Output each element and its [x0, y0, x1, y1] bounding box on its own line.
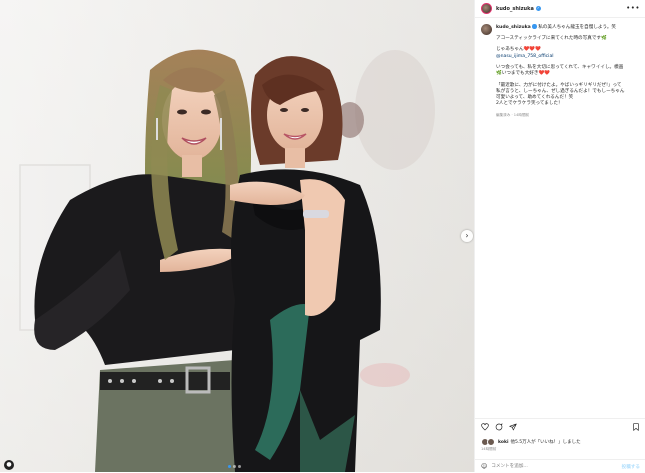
post-date[interactable]: 14時間前: [481, 447, 496, 452]
avatar: [487, 438, 495, 446]
user-tag-icon[interactable]: ●: [4, 460, 14, 470]
verified-badge-icon: [532, 24, 537, 29]
carousel-dot: [228, 465, 231, 468]
caption-username[interactable]: kudo_shizuka: [496, 25, 531, 30]
carousel-dots: [228, 465, 241, 468]
post-comment-button[interactable]: 投稿する: [622, 464, 640, 470]
post-photo[interactable]: › ●: [0, 0, 474, 472]
caption-body: kudo_shizuka 私の美人ちゃん龍玉を自慢しよう。笑 アコースティックラ…: [496, 24, 640, 118]
comment-input[interactable]: [491, 462, 622, 471]
likes-user[interactable]: koki: [498, 440, 509, 445]
caption-line: 「最近歌に、力がに付けたよ。やばいっギリギリだぜ!」って: [496, 82, 622, 88]
photo-illustration: [0, 0, 474, 472]
caption-avatar[interactable]: [481, 24, 492, 35]
caption: kudo_shizuka 私の美人ちゃん龍玉を自慢しよう。笑 アコースティックラ…: [481, 24, 641, 118]
carousel-dot: [233, 465, 236, 468]
action-area: koki 他5.5万人が「いいね！」しました 14時間前 ☺ 投稿する: [475, 418, 645, 472]
caption-line: 2人とでケラケラ笑ってました！: [496, 101, 563, 107]
comment-bar: ☺ 投稿する: [475, 459, 645, 473]
post-header: kudo_shizuka ✓ •••: [475, 0, 645, 18]
heart-icon[interactable]: [481, 423, 489, 431]
caption-line: 私の美人ちゃん龍玉を自慢しよう。笑: [538, 24, 617, 30]
bookmark-icon[interactable]: [632, 423, 640, 431]
header-username[interactable]: kudo_shizuka: [496, 6, 534, 12]
next-slide-button[interactable]: ›: [461, 230, 473, 242]
caption-timestamp: 編集済み · 14時間前: [496, 112, 530, 117]
more-horizontal-icon[interactable]: •••: [626, 4, 640, 12]
verified-badge-icon: ✓: [535, 6, 541, 11]
instagram-post-modal: › ● kudo_shizuka ✓ ••• kudo_shizuka 私の美人…: [0, 0, 645, 472]
likes-text: 他5.5万人が「いいね！」しました: [510, 440, 581, 445]
carousel-dot: [238, 465, 241, 468]
emoji-icon[interactable]: ☺: [481, 463, 487, 470]
likes-summary[interactable]: koki 他5.5万人が「いいね！」しました: [481, 438, 581, 446]
avatar[interactable]: [481, 3, 492, 14]
comment-icon[interactable]: [495, 423, 503, 431]
post-sidebar: kudo_shizuka ✓ ••• kudo_shizuka 私の美人ちゃん龍…: [474, 0, 645, 472]
share-icon[interactable]: [509, 423, 517, 431]
